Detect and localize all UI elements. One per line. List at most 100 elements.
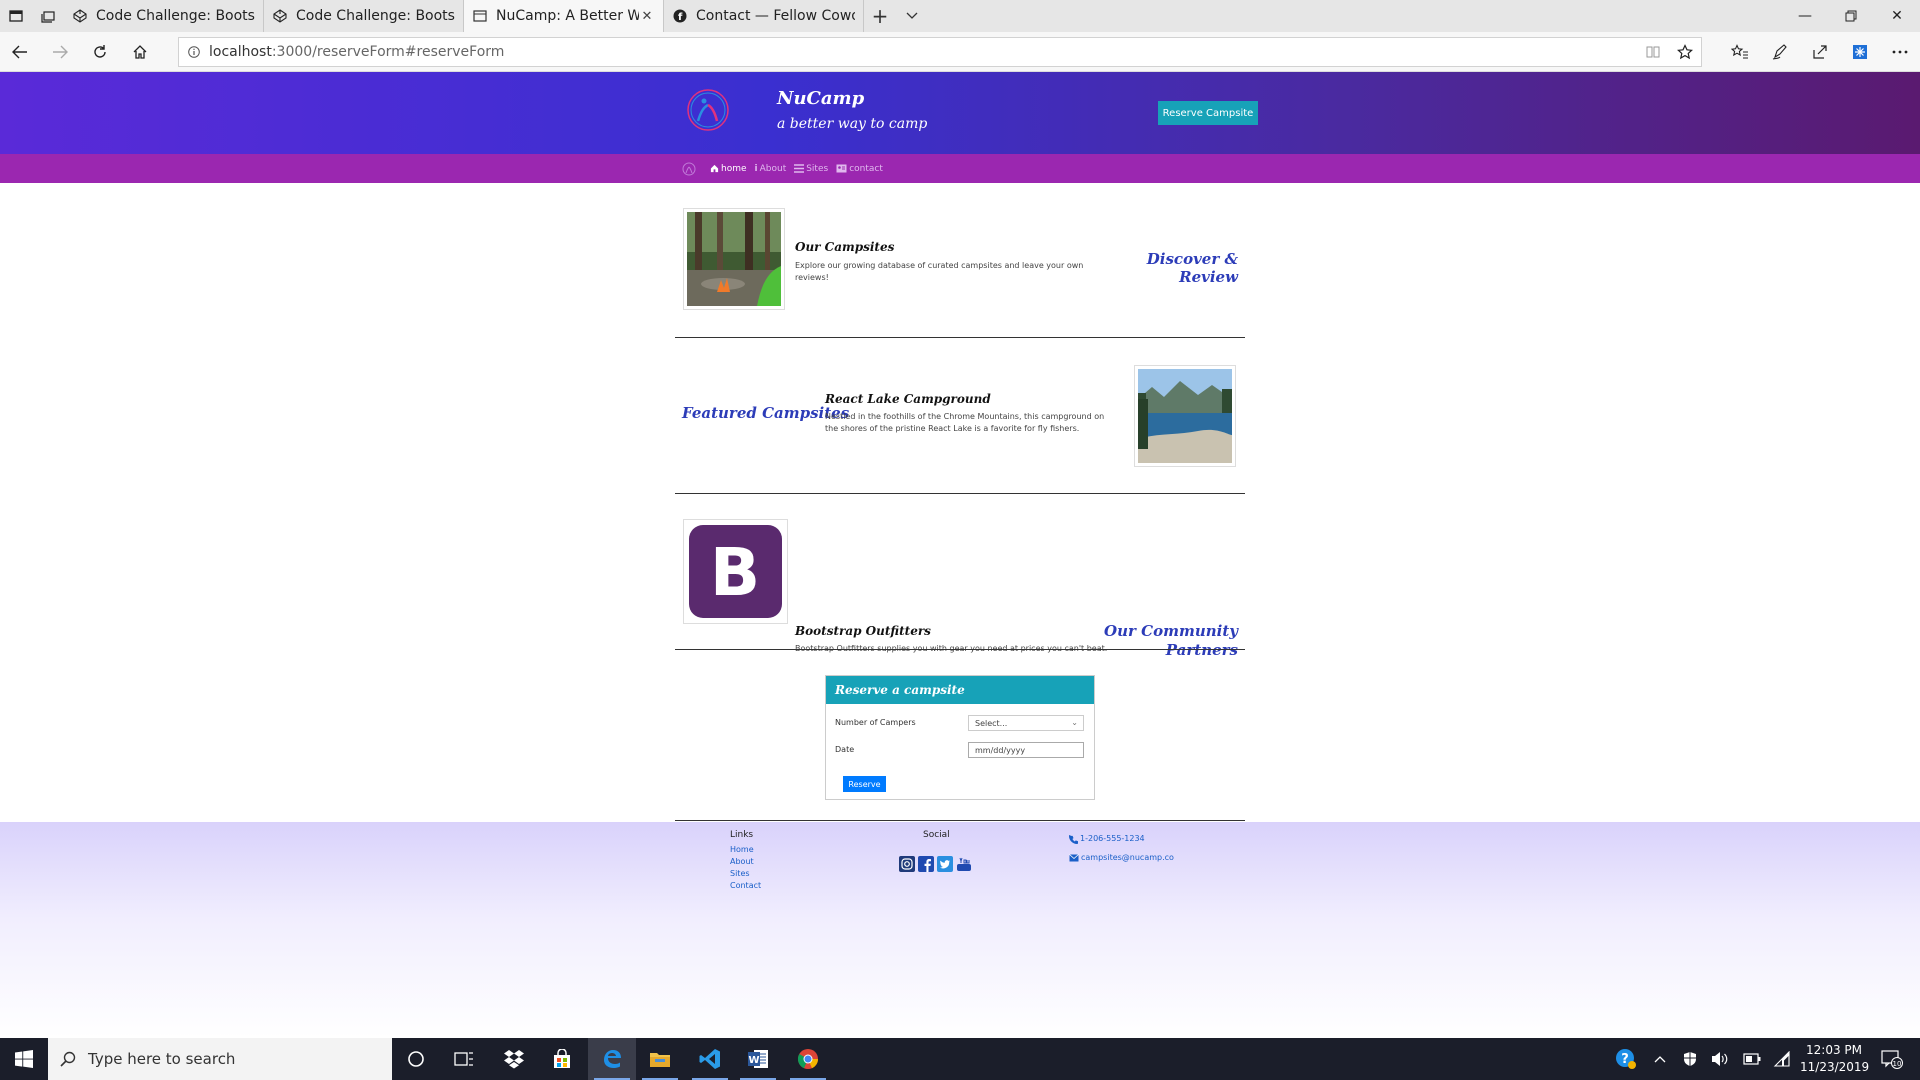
wifi-icon[interactable] xyxy=(1770,1038,1794,1080)
taskbar-search[interactable]: Type here to search xyxy=(48,1038,392,1080)
close-window-icon[interactable]: ✕ xyxy=(1874,0,1920,32)
nav-home[interactable]: home xyxy=(710,164,747,174)
footer-link-about[interactable]: About xyxy=(730,857,754,866)
share-icon[interactable] xyxy=(1806,38,1834,66)
side-heading-line: Our Community xyxy=(1104,622,1238,640)
file-explorer-icon[interactable] xyxy=(636,1038,684,1080)
reading-view-icon[interactable] xyxy=(1637,45,1669,59)
address-bar[interactable]: localhost:3000/reserveForm#reserveForm xyxy=(178,37,1702,67)
list-icon xyxy=(794,164,805,173)
url-host: localhost xyxy=(209,44,272,60)
nav-sites[interactable]: Sites xyxy=(794,164,828,174)
jumbotron-header: NuCamp a better way to camp Reserve Camp… xyxy=(0,72,1920,154)
help-icon[interactable]: ? xyxy=(1612,1038,1640,1080)
nav-sites-label: Sites xyxy=(806,163,829,174)
partner-logo: B xyxy=(683,519,788,624)
footer-link-home[interactable]: Home xyxy=(730,845,754,854)
page-icon xyxy=(472,8,488,24)
action-center-icon[interactable]: 10 xyxy=(1876,1038,1908,1080)
new-tab-icon[interactable]: + xyxy=(864,0,896,32)
close-tab-icon[interactable]: ✕ xyxy=(639,9,655,24)
battery-icon[interactable] xyxy=(1740,1038,1764,1080)
footer-links-heading: Links xyxy=(730,830,754,840)
footer: Links Home About Sites Contact Social 1-… xyxy=(0,822,1920,1038)
chrome-icon[interactable] xyxy=(784,1038,832,1080)
react-lake-image xyxy=(1134,365,1236,467)
browser-tab[interactable]: Code Challenge: Bootstrap xyxy=(64,0,264,32)
browser-tab[interactable]: f Contact — Fellow Coworkin xyxy=(664,0,864,32)
section-side-heading: Discover & Review xyxy=(1146,250,1238,286)
store-icon[interactable] xyxy=(538,1038,586,1080)
refresh-icon[interactable] xyxy=(86,38,114,66)
browser-tab-active[interactable]: NuCamp: A Better Way ✕ xyxy=(464,0,664,32)
shield-icon[interactable] xyxy=(1678,1038,1702,1080)
dropbox-icon[interactable] xyxy=(490,1038,538,1080)
main-navbar: home i About Sites contact xyxy=(0,154,1920,183)
facebook-icon[interactable] xyxy=(918,856,934,872)
word-icon[interactable]: W xyxy=(734,1038,782,1080)
date-input[interactable]: mm/dd/yyyy xyxy=(968,742,1084,758)
phone-icon xyxy=(1069,835,1078,844)
instagram-icon[interactable] xyxy=(899,856,915,872)
tab-preview-icon[interactable] xyxy=(0,0,32,32)
chevron-down-icon[interactable] xyxy=(896,0,928,32)
footer-link-contact[interactable]: Contact xyxy=(730,881,761,890)
youtube-icon[interactable] xyxy=(956,856,972,872)
taskbar: Type here to search W ? 12:03 PM 11/23/2… xyxy=(0,1038,1920,1080)
campers-select[interactable]: Select... ⌄ xyxy=(968,715,1084,731)
set-tabs-aside-icon[interactable] xyxy=(32,0,64,32)
codepen-icon xyxy=(72,8,88,24)
divider xyxy=(675,337,1245,338)
favorites-icon[interactable] xyxy=(1726,38,1754,66)
task-view-icon[interactable] xyxy=(440,1038,488,1080)
home-icon xyxy=(710,164,719,173)
nav-about-label: About xyxy=(759,163,787,174)
address-card-icon xyxy=(836,164,847,173)
nav-about[interactable]: i About xyxy=(755,164,787,174)
nav-home-label: home xyxy=(721,163,747,174)
section-title: React Lake Campground xyxy=(825,392,991,406)
brand-title: NuCamp xyxy=(777,88,865,109)
minimize-icon[interactable]: — xyxy=(1782,0,1828,32)
section-text: Explore our growing database of curated … xyxy=(795,261,1084,282)
tab-title: Code Challenge: Bootstrap xyxy=(296,8,455,24)
more-icon[interactable] xyxy=(1886,38,1914,66)
extension-icon[interactable] xyxy=(1846,38,1874,66)
url-text[interactable]: localhost:3000/reserveForm#reserveForm xyxy=(209,44,1637,60)
reserve-campsite-button[interactable]: Reserve Campsite xyxy=(1158,101,1258,125)
footer-email[interactable]: campsites@nucamp.co xyxy=(1081,853,1174,862)
home-icon[interactable] xyxy=(126,38,154,66)
codepen-icon xyxy=(272,8,288,24)
navbar-logo-icon[interactable] xyxy=(682,162,696,176)
clock-date: 11/23/2019 xyxy=(1800,1060,1870,1074)
nucamp-logo xyxy=(687,89,729,131)
forward-icon[interactable] xyxy=(46,38,74,66)
side-heading-line: Partners xyxy=(1165,641,1238,659)
svg-text:W: W xyxy=(748,1055,759,1066)
vscode-icon[interactable] xyxy=(686,1038,734,1080)
info-icon[interactable] xyxy=(179,46,209,58)
twitter-icon[interactable] xyxy=(937,856,953,872)
reserve-form-heading: Reserve a campsite xyxy=(826,676,1094,704)
footer-social-heading: Social xyxy=(923,830,950,840)
edge-icon[interactable] xyxy=(588,1038,636,1080)
windows-start-icon[interactable] xyxy=(0,1038,48,1080)
footer-link-sites[interactable]: Sites xyxy=(730,869,750,878)
star-icon[interactable] xyxy=(1669,44,1701,60)
tab-title: Contact — Fellow Coworkin xyxy=(696,8,855,24)
taskbar-clock[interactable]: 12:03 PM 11/23/2019 xyxy=(1800,1042,1870,1076)
tab-bar: Code Challenge: Bootstrap Code Challenge… xyxy=(0,0,1920,32)
restore-icon[interactable] xyxy=(1828,0,1874,32)
footer-phone[interactable]: 1-206-555-1234 xyxy=(1080,834,1145,843)
nav-contact[interactable]: contact xyxy=(836,164,883,174)
cortana-icon[interactable] xyxy=(392,1038,440,1080)
pen-icon[interactable] xyxy=(1766,38,1794,66)
campers-select-value: Select... xyxy=(975,718,1008,728)
browser-tab[interactable]: Code Challenge: Bootstrap xyxy=(264,0,464,32)
back-icon[interactable] xyxy=(6,38,34,66)
reserve-submit-button[interactable]: Reserve xyxy=(843,776,886,792)
volume-icon[interactable] xyxy=(1708,1038,1732,1080)
clock-time: 12:03 PM xyxy=(1806,1043,1862,1057)
chevron-up-icon[interactable] xyxy=(1648,1038,1672,1080)
campers-label: Number of Campers xyxy=(835,718,916,727)
